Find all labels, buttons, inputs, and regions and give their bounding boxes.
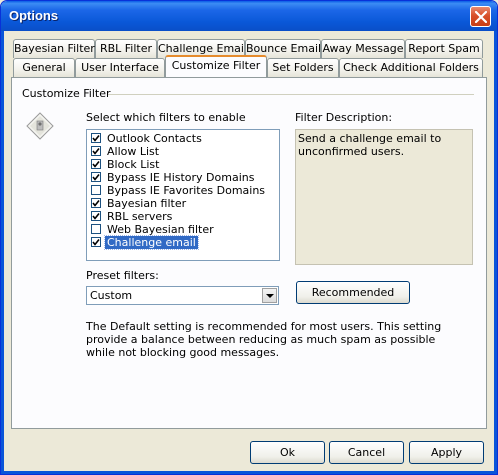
ok-button[interactable]: Ok [250,441,325,464]
tab-label: General [22,61,66,74]
cancel-button[interactable]: Cancel [329,441,404,464]
filter-label: RBL servers [107,210,173,223]
filter-description: Send a challenge email to unconfirmed us… [295,129,473,265]
filter-label: Bypass IE History Domains [107,171,255,184]
checkmark-icon [92,135,100,142]
apply-button[interactable]: Apply [409,441,484,464]
checkbox-checked[interactable] [91,211,101,221]
tab-check-additional-folders[interactable]: Check Additional Folders [339,58,483,77]
filter-label: Bayesian filter [107,197,187,210]
tab-label: Bounce Email [246,42,322,55]
tab-rbl-filter[interactable]: RBL Filter [95,39,157,58]
filter-list-item[interactable]: Block List [87,158,279,171]
filter-list-item[interactable]: Web Bayesian filter [87,223,279,236]
filter-label: Block List [107,158,160,171]
filter-list[interactable]: Outlook Contacts Allow List Block List Bypa… [86,129,280,261]
checkbox-checked[interactable] [91,133,101,143]
tab-label: Away Message [322,42,404,55]
checkbox-unchecked[interactable] [91,185,101,195]
checkmark-icon [92,213,100,220]
tab-user-interface[interactable]: User Interface [75,58,165,77]
checkbox-checked[interactable] [91,237,101,247]
checkbox-unchecked[interactable] [91,224,101,234]
filter-list-item[interactable]: RBL servers [87,210,279,223]
filter-label: Challenge email [104,235,199,250]
checkbox-checked[interactable] [91,172,101,182]
tab-label: Set Folders [272,61,334,74]
preset-value: Custom [90,289,133,302]
tab-label: Report Spam [408,42,480,55]
window-frame-left [1,31,4,474]
tab-report-spam[interactable]: Report Spam [405,39,483,58]
description-heading: Filter Description: [295,111,393,124]
tab-bayesian-filter[interactable]: Bayesian Filter [13,39,95,58]
preset-select[interactable]: Custom [86,286,279,305]
filter-icon [26,112,54,140]
checkbox-checked[interactable] [91,159,101,169]
filter-list-item[interactable]: Bayesian filter [87,197,279,210]
filter-list-item[interactable]: Bypass IE Favorites Domains [87,184,279,197]
window-frame-bottom [1,471,497,474]
checkmark-icon [92,174,100,181]
checkbox-checked[interactable] [91,146,101,156]
filter-label: Outlook Contacts [107,132,202,145]
tab-label: Customize Filter [171,59,261,72]
filter-label: Web Bayesian filter [107,223,214,236]
filters-heading: Select which filters to enable [86,111,246,124]
default-setting-note: The Default setting is recommended for m… [86,320,442,359]
checkmark-icon [92,148,100,155]
tab-label: Challenge Email [158,42,248,55]
chevron-down-icon [266,294,274,298]
preset-label: Preset filters: [86,269,159,282]
filter-label: Allow List [107,145,160,158]
group-label: Customize Filter [22,87,111,100]
tab-customize-filter[interactable]: Customize Filter [165,55,267,77]
filter-list-item[interactable]: Allow List [87,145,279,158]
preset-dropdown-button[interactable] [262,288,277,303]
tab-label: Bayesian Filter [14,42,95,55]
tab-label: Check Additional Folders [343,61,479,74]
tab-general[interactable]: General [13,58,75,77]
filter-rows: Outlook Contacts Allow List Block List Bypa… [87,132,279,250]
tab-set-folders[interactable]: Set Folders [267,58,339,77]
window-title: Options [9,8,59,23]
filter-list-item[interactable]: Challenge email [87,235,279,250]
group-divider [108,94,474,95]
close-button[interactable] [470,6,491,27]
filter-list-item[interactable]: Bypass IE History Domains [87,171,279,184]
checkmark-icon [92,200,100,207]
filter-list-item[interactable]: Outlook Contacts [87,132,279,145]
tab-panel-customize-filter: Customize Filter Select which filters to… [11,77,487,429]
filter-label: Bypass IE Favorites Domains [107,184,266,197]
tab-label: User Interface [81,61,159,74]
window-frame-right [494,31,497,474]
options-dialog: Options Bayesian Filter RBL Filter Chall… [0,0,498,475]
tab-away-message[interactable]: Away Message [321,39,405,58]
close-icon [475,11,487,23]
title-bar[interactable]: Options [1,1,497,31]
tab-label: RBL Filter [99,42,153,55]
checkmark-icon [92,161,100,168]
recommended-button[interactable]: Recommended [296,281,410,304]
checkbox-checked[interactable] [91,198,101,208]
checkmark-icon [92,239,100,246]
